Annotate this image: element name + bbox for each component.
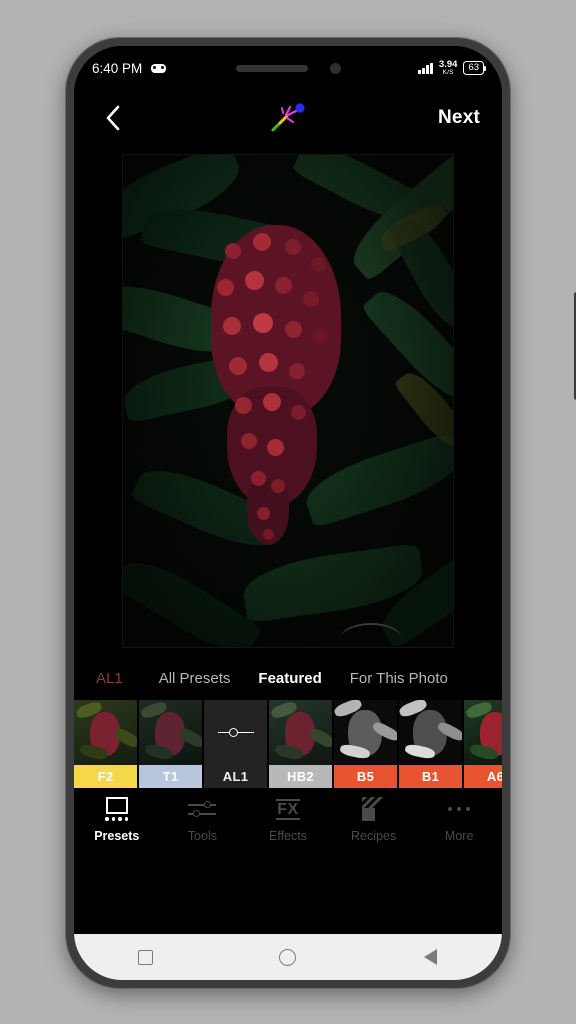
preset-label: T1 — [139, 765, 202, 788]
recents-button[interactable] — [115, 934, 175, 980]
preset-tile-b5[interactable]: B5 — [334, 700, 399, 788]
back-button[interactable] — [96, 101, 130, 135]
phone-frame: 6:40 PM 3.94 K/S 63 Next AL1 All Presets… — [66, 38, 576, 988]
toolbar-item-effects[interactable]: FX Effects — [248, 794, 328, 843]
recipes-icon — [361, 794, 386, 824]
preset-tab-bar: AL1 All Presets Featured For This Photo — [74, 656, 502, 700]
phone-notch — [219, 56, 357, 80]
preset-label: AL1 — [204, 765, 267, 788]
next-button[interactable]: Next — [438, 107, 480, 129]
status-bar-left: 6:40 PM — [92, 60, 167, 76]
presets-icon — [105, 794, 129, 824]
berry-cluster — [201, 217, 351, 547]
bottom-toolbar: Presets Tools FX Effects Recipes More — [74, 788, 502, 856]
preset-tab-for-this-photo[interactable]: For This Photo — [336, 670, 462, 687]
toolbar-item-presets[interactable]: Presets — [77, 794, 157, 843]
preset-tab-featured[interactable]: Featured — [244, 670, 335, 687]
preset-label: A6 — [464, 765, 502, 788]
phone-screen-bezel: 6:40 PM 3.94 K/S 63 Next AL1 All Presets… — [74, 46, 502, 980]
toolbar-item-tools[interactable]: Tools — [162, 794, 242, 843]
fx-icon: FX — [276, 794, 300, 824]
status-time: 6:40 PM — [92, 60, 143, 76]
app-header: Next — [74, 90, 502, 146]
photo-stage — [74, 146, 502, 656]
magic-wand-icon[interactable] — [270, 103, 306, 133]
sliders-icon — [188, 794, 217, 824]
preset-label: B5 — [334, 765, 397, 788]
home-button[interactable] — [258, 934, 318, 980]
status-bar-right: 3.94 K/S 63 — [418, 60, 486, 76]
toolbar-item-more[interactable]: More — [419, 794, 499, 843]
preset-tab-all-presets[interactable]: All Presets — [145, 670, 245, 687]
preset-thumbnail-strip[interactable]: F2 T1 AL1 HB2 B5 B1 A6 — [74, 700, 502, 788]
circle-icon — [279, 948, 297, 966]
preset-thumbnail — [464, 700, 502, 765]
preset-tile-hb2[interactable]: HB2 — [269, 700, 334, 788]
preset-tab-al1[interactable]: AL1 — [90, 670, 145, 687]
toolbar-label: Recipes — [350, 829, 397, 843]
photo-preview[interactable] — [123, 155, 453, 647]
preset-label: B1 — [399, 765, 462, 788]
speaker-grille — [235, 64, 308, 72]
toolbar-label: Presets — [94, 829, 140, 843]
triangle-back-icon — [424, 949, 438, 965]
app-screen: 6:40 PM 3.94 K/S 63 Next AL1 All Presets… — [74, 46, 502, 980]
preset-tile-a6[interactable]: A6 — [464, 700, 502, 788]
preset-tile-al1[interactable]: AL1 — [204, 700, 269, 788]
game-controller-icon — [151, 63, 167, 73]
preset-label: HB2 — [269, 765, 332, 788]
chevron-left-icon — [106, 105, 120, 131]
preset-thumbnail — [74, 700, 137, 765]
battery-indicator: 63 — [463, 61, 486, 75]
android-navigation-bar — [74, 934, 502, 980]
network-speed-unit: K/S — [442, 68, 454, 76]
back-nav-button[interactable] — [401, 934, 461, 980]
slider-icon — [217, 727, 254, 739]
status-bar: 6:40 PM 3.94 K/S 63 — [74, 46, 502, 90]
preset-tile-f2[interactable]: F2 — [74, 700, 139, 788]
preset-thumbnail — [399, 700, 462, 765]
preset-thumbnail — [334, 700, 397, 765]
fx-icon-text: FX — [276, 798, 300, 820]
square-icon — [137, 949, 153, 965]
preset-tile-b1[interactable]: B1 — [399, 700, 464, 788]
preset-thumbnail — [269, 700, 332, 765]
signal-bars-icon — [418, 62, 433, 74]
preset-thumbnail — [139, 700, 202, 765]
toolbar-item-recipes[interactable]: Recipes — [334, 794, 414, 843]
toolbar-label: Tools — [187, 829, 217, 843]
more-dots-icon — [447, 794, 471, 824]
preset-label: F2 — [74, 765, 137, 788]
toolbar-label: Effects — [268, 829, 307, 843]
preset-thumbnail — [204, 700, 267, 765]
front-camera-icon — [329, 62, 341, 74]
network-speed: 3.94 K/S — [439, 60, 458, 76]
preset-tile-t1[interactable]: T1 — [139, 700, 204, 788]
toolbar-label: More — [444, 829, 474, 843]
